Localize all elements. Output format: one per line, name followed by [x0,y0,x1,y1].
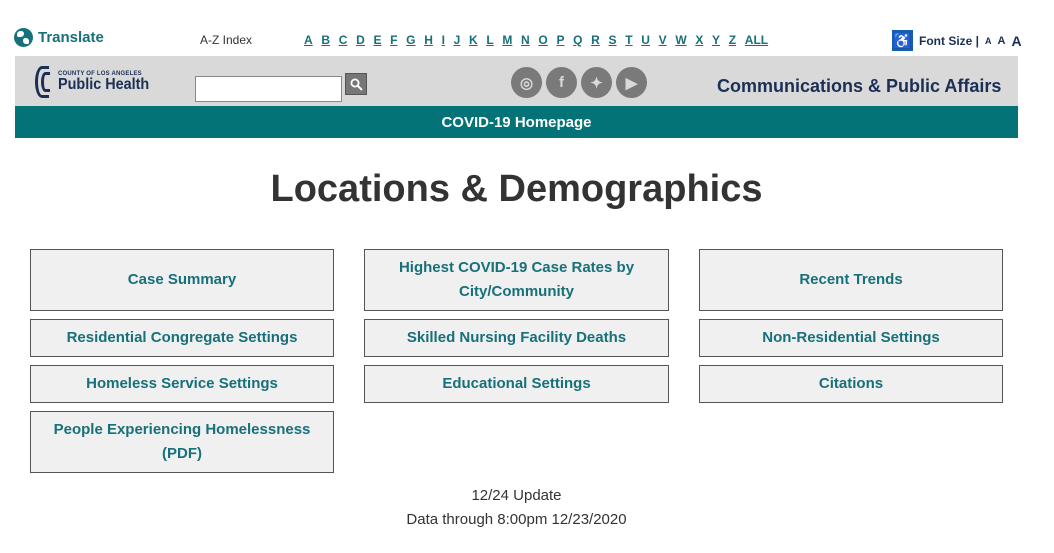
az-index-letters: A B C D E F G H I J K L M N O P Q R S T U V W X Y Z ALL [304,33,777,47]
az-letter-q[interactable]: Q [573,33,582,47]
az-index-label: A-Z Index [200,33,253,47]
az-letter-z[interactable]: Z [729,33,736,47]
az-letter-d[interactable]: D [356,33,365,47]
az-letter-c[interactable]: C [339,33,348,47]
update-info: 12/24 Update Data through 8:00pm 12/23/2… [0,484,1033,532]
tile-people-homelessness-pdf[interactable]: People Experiencing Homelessness (PDF) [30,411,334,473]
az-letter-y[interactable]: Y [712,33,720,47]
social-links: ◎ f ✦ ▶ [511,67,647,98]
tile-recent-trends[interactable]: Recent Trends [699,249,1003,311]
tile-non-residential[interactable]: Non-Residential Settings [699,319,1003,357]
az-letter-t[interactable]: T [625,33,632,47]
translate-label: Translate [38,29,104,46]
page-title: Locations & Demographics [270,168,763,210]
az-letter-l[interactable]: L [486,33,493,47]
az-letter-b[interactable]: B [321,33,330,47]
logo-title-text: Public Health [58,76,150,93]
az-letter-s[interactable]: S [609,33,617,47]
tile-residential-congregate[interactable]: Residential Congregate Settings [30,319,334,357]
update-date: 12/24 Update [471,487,562,504]
logo-emblem-icon [33,62,55,102]
az-letter-j[interactable]: J [454,33,461,47]
az-letter-m[interactable]: M [502,33,512,47]
tile-highest-case-rates[interactable]: Highest COVID-19 Case Rates by City/Comm… [364,249,669,311]
globe-icon [14,28,33,47]
department-title: Communications & Public Affairs [717,76,1002,96]
az-letter-w[interactable]: W [675,33,686,47]
font-size-large-button[interactable]: A [1011,33,1021,49]
az-letter-a[interactable]: A [304,33,313,47]
twitter-icon[interactable]: ✦ [581,67,612,98]
az-letter-all[interactable]: ALL [745,33,768,47]
az-letter-r[interactable]: R [591,33,600,47]
az-letter-o[interactable]: O [538,33,547,47]
covid-nav-bar: COVID-19 Homepage [15,106,1018,138]
search-icon [350,78,363,91]
az-letter-u[interactable]: U [641,33,650,47]
facebook-icon[interactable]: f [546,67,577,98]
az-letter-g[interactable]: G [406,33,415,47]
az-letter-e[interactable]: E [373,33,381,47]
covid-homepage-link[interactable]: COVID-19 Homepage [441,114,591,131]
font-size-small-button[interactable]: A [985,36,992,46]
site-header: COUNTY OF LOS ANGELES Public Health ◎ f ✦ ▶… [15,56,1018,106]
public-health-logo[interactable]: COUNTY OF LOS ANGELES Public Health [33,62,159,102]
az-letter-k[interactable]: K [469,33,478,47]
az-letter-x[interactable]: X [695,33,703,47]
tile-homeless-service[interactable]: Homeless Service Settings [30,365,334,403]
font-size-medium-button[interactable]: A [998,35,1006,47]
instagram-icon[interactable]: ◎ [511,67,542,98]
tile-case-summary[interactable]: Case Summary [30,249,334,311]
search-button[interactable] [345,73,367,95]
youtube-icon[interactable]: ▶ [616,67,647,98]
tile-citations[interactable]: Citations [699,365,1003,403]
font-size-label: Font Size | [919,33,980,48]
az-letter-i[interactable]: I [442,33,445,47]
data-through: Data through 8:00pm 12/23/2020 [406,511,627,528]
az-letter-f[interactable]: F [390,33,397,47]
translate-link[interactable]: Translate [14,28,104,47]
tile-skilled-nursing-deaths[interactable]: Skilled Nursing Facility Deaths [364,319,669,357]
tile-educational[interactable]: Educational Settings [364,365,669,403]
font-size-control: ♿ Font Size | A A A [892,30,1022,51]
utility-bar: Translate A-Z Index ABCDEFGHIJKLMNOPQRST… [0,0,1054,56]
az-letter-n[interactable]: N [521,33,530,47]
az-letter-v[interactable]: V [659,33,667,47]
accessibility-icon[interactable]: ♿ [892,30,913,51]
search-input[interactable] [195,76,342,102]
az-letter-p[interactable]: P [556,33,564,47]
az-letter-h[interactable]: H [424,33,433,47]
